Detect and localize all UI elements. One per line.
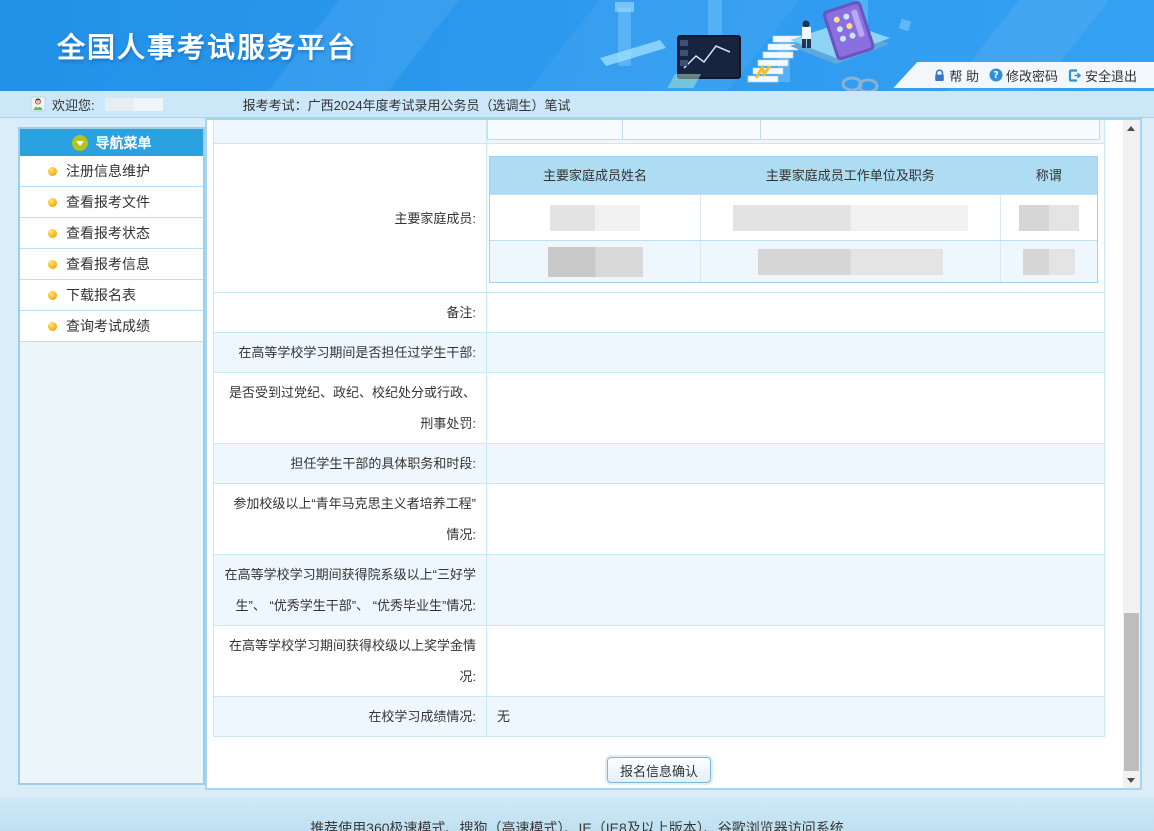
redacted-cell [1023, 249, 1075, 275]
row-label: 主要家庭成员: [214, 144, 486, 292]
exit-icon [1068, 68, 1082, 82]
app-header: 全国人事考试服务平台 [0, 0, 1154, 91]
sidebar-item-application-status[interactable]: 查看报考状态 [20, 218, 203, 249]
row-label: 在高等学校学习期间获得院系级以上“三好学生”、 “优秀学生干部”、 “优秀毕业生… [214, 555, 486, 625]
nav-menu-title: 导航菜单 [96, 133, 152, 153]
redacted-cell [733, 205, 968, 231]
row-label: 在高等学校学习期间是否担任过学生干部: [214, 333, 486, 372]
logout-link[interactable]: 安全退出 [1065, 66, 1140, 85]
main-content-panel: 主要家庭成员: 主要家庭成员姓名 主要家庭成员工作单位及职务 称谓 [205, 118, 1142, 790]
exam-info: 报考考试：广西2024年度考试录用公务员（选调生）笔试 [243, 95, 571, 114]
sidebar-item-label: 查看报考状态 [66, 223, 150, 243]
table-row-cadre-position: 担任学生干部的具体职务和时段: [214, 443, 1104, 483]
row-value [486, 333, 1104, 372]
bullet-icon [48, 260, 57, 269]
table-row-academic-record: 在校学习成绩情况: 无 [214, 696, 1104, 736]
row-value [486, 444, 1104, 483]
table-row-honors: 在高等学校学习期间获得院系级以上“三好学生”、 “优秀学生干部”、 “优秀毕业生… [214, 554, 1104, 625]
table-row-remark: 备注: [214, 292, 1104, 332]
row-label: 在校学习成绩情况: [214, 697, 486, 736]
welcome-bar: 欢迎您: 报考考试：广西2024年度考试录用公务员（选调生）笔试 [0, 91, 1154, 118]
redacted-cell [550, 205, 640, 231]
table-row-scholarship: 在高等学校学习期间获得校级以上奖学金情况: [214, 625, 1104, 696]
row-value [486, 373, 1104, 443]
application-info-table: 主要家庭成员: 主要家庭成员姓名 主要家庭成员工作单位及职务 称谓 [213, 120, 1105, 737]
redacted-username [105, 98, 163, 111]
svg-text:?: ? [993, 70, 999, 81]
page-body: 导航菜单 注册信息维护 查看报考文件 查看报考状态 查看报考信息 下载报名表 查… [0, 118, 1154, 797]
scrollbar-down-button[interactable] [1123, 771, 1140, 788]
header-streak-decoration [497, 0, 822, 91]
row-label: 在高等学校学习期间获得校级以上奖学金情况: [214, 626, 486, 696]
bullet-icon [48, 229, 57, 238]
page-title: 全国人事考试服务平台 [57, 26, 357, 66]
header-links: 帮 助 ? 修改密码 安全退出 [893, 62, 1154, 88]
table-row-family-members: 主要家庭成员: 主要家庭成员姓名 主要家庭成员工作单位及职务 称谓 [214, 143, 1104, 292]
redacted-cell [548, 247, 643, 277]
bullet-icon [48, 167, 57, 176]
sidebar-item-label: 注册信息维护 [66, 161, 150, 181]
confirm-registration-button[interactable]: 报名信息确认 [607, 757, 711, 783]
row-label: 担任学生干部的具体职务和时段: [214, 444, 486, 483]
row-value: 无 [486, 697, 1104, 736]
confirm-button-row: 报名信息确认 [213, 757, 1105, 783]
row-label [214, 120, 486, 143]
column-header: 主要家庭成员工作单位及职务 [700, 157, 1000, 194]
lock-icon [932, 68, 946, 82]
chevron-down-icon [72, 135, 88, 151]
row-value [486, 626, 1104, 696]
clipped-inner-table [487, 120, 1100, 140]
sidebar-item-label: 查询考试成绩 [66, 316, 150, 336]
scrollbar-up-button[interactable] [1123, 120, 1140, 137]
change-password-label: 修改密码 [1006, 66, 1058, 85]
question-icon: ? [989, 68, 1003, 82]
family-table-row [490, 194, 1097, 240]
column-header: 称谓 [1000, 157, 1097, 194]
app-root: { "header": { "title": "全国人事考试服务平台", "li… [0, 0, 1154, 831]
table-row-clipped [214, 120, 1104, 143]
footer: 推荐使用360极速模式、搜狗（高速模式）、IE（IE8及以上版本）、谷歌浏览器访… [0, 797, 1154, 831]
table-row-student-cadre: 在高等学校学习期间是否担任过学生干部: [214, 332, 1104, 372]
sidebar-item-download-form[interactable]: 下载报名表 [20, 280, 203, 311]
help-link[interactable]: 帮 助 [929, 66, 982, 85]
row-label: 参加校级以上“青年马克思主义者培养工程”情况: [214, 484, 486, 554]
sidebar-item-registration-info[interactable]: 注册信息维护 [20, 156, 203, 187]
table-row-discipline: 是否受到过党纪、政纪、校纪处分或行政、刑事处罚: [214, 372, 1104, 443]
row-value [486, 484, 1104, 554]
redacted-cell [758, 249, 943, 275]
sidebar-item-exam-scores[interactable]: 查询考试成绩 [20, 311, 203, 342]
column-header: 主要家庭成员姓名 [490, 157, 700, 194]
redacted-cell [1019, 205, 1079, 231]
bullet-icon [48, 291, 57, 300]
row-label: 是否受到过党纪、政纪、校纪处分或行政、刑事处罚: [214, 373, 486, 443]
sidebar-item-label: 查看报考信息 [66, 254, 150, 274]
family-table-row [490, 240, 1097, 282]
change-password-link[interactable]: ? 修改密码 [986, 66, 1061, 85]
sidebar-item-label: 查看报考文件 [66, 192, 150, 212]
row-value: 主要家庭成员姓名 主要家庭成员工作单位及职务 称谓 [486, 144, 1104, 292]
help-label: 帮 助 [949, 66, 979, 85]
family-members-table: 主要家庭成员姓名 主要家庭成员工作单位及职务 称谓 [489, 156, 1098, 283]
family-table-header: 主要家庭成员姓名 主要家庭成员工作单位及职务 称谓 [490, 157, 1097, 194]
row-value [486, 120, 1104, 143]
welcome-greeting: 欢迎您: [52, 95, 95, 114]
row-value [486, 293, 1104, 332]
user-avatar-icon [30, 96, 46, 112]
table-row-marxism-program: 参加校级以上“青年马克思主义者培养工程”情况: [214, 483, 1104, 554]
nav-menu-header[interactable]: 导航菜单 [20, 129, 203, 156]
sidebar-item-application-info[interactable]: 查看报考信息 [20, 249, 203, 280]
sidebar-item-exam-documents[interactable]: 查看报考文件 [20, 187, 203, 218]
scrollbar-thumb[interactable] [1124, 613, 1139, 771]
footer-browser-recommendation: 推荐使用360极速模式、搜狗（高速模式）、IE（IE8及以上版本）、谷歌浏览器访… [0, 818, 1154, 831]
bullet-icon [48, 322, 57, 331]
logout-label: 安全退出 [1085, 66, 1137, 85]
row-label: 备注: [214, 293, 486, 332]
vertical-scrollbar [1123, 120, 1140, 788]
sidebar: 导航菜单 注册信息维护 查看报考文件 查看报考状态 查看报考信息 下载报名表 查… [18, 127, 205, 785]
bullet-icon [48, 198, 57, 207]
row-value [486, 555, 1104, 625]
sidebar-item-label: 下载报名表 [66, 285, 136, 305]
